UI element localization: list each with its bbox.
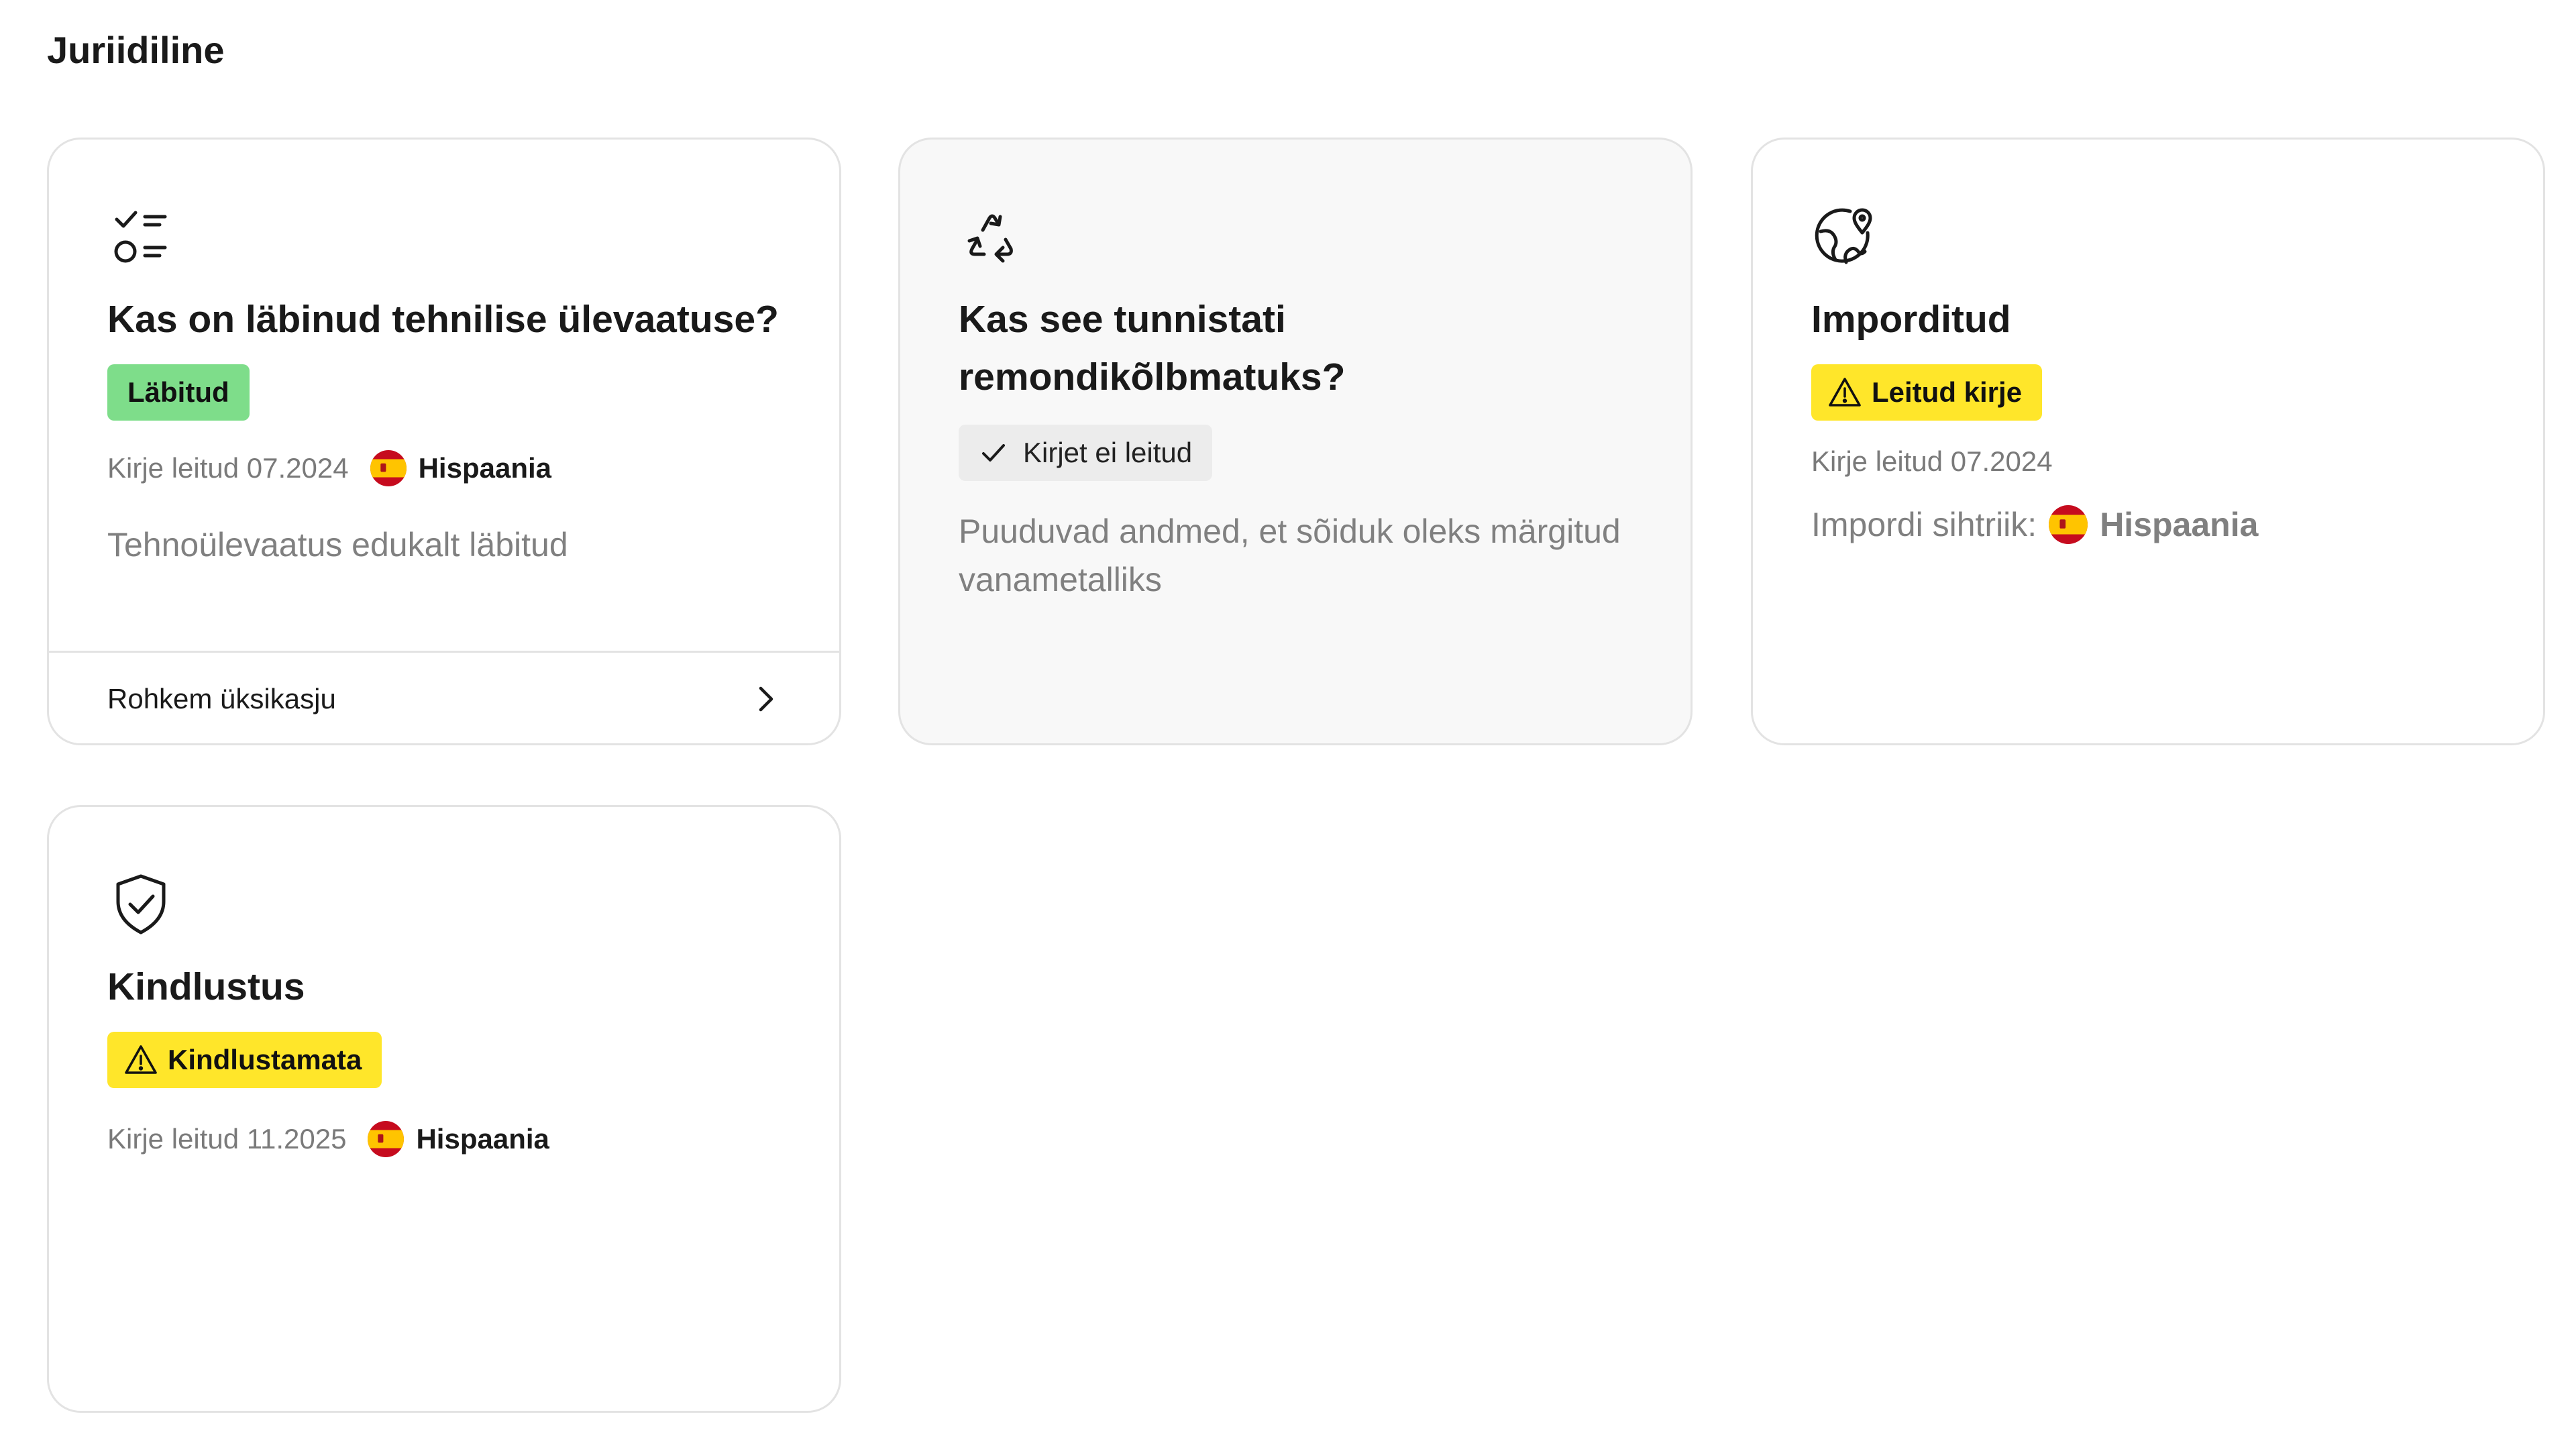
scrapped-description: Puuduvad andmed, et sõiduk oleks märgitu… <box>959 513 1621 598</box>
imported-card: Imporditud Leitud kirje Kirje leitud 07.… <box>1751 138 2545 745</box>
import-destination-label: Impordi sihtriik: <box>1811 506 2037 543</box>
more-details-link[interactable]: Rohkem üksikasju <box>49 653 839 743</box>
record-found-badge-label: Leitud kirje <box>1872 376 2023 408</box>
insurance-title: Kindlustus <box>107 965 305 1008</box>
inspection-title: Kas on läbinud tehnilise ülevaatuse? <box>107 298 779 341</box>
more-details-label: Rohkem üksikasju <box>107 683 336 714</box>
chevron-right-icon <box>750 684 781 714</box>
import-destination: Impordi sihtriik: Hispaania <box>1811 505 2258 544</box>
shield-check-icon <box>107 871 174 938</box>
inspection-record-info: Kirje leitud 07.2024 Hispaania <box>107 450 551 486</box>
globe-pin-icon <box>1811 203 1878 270</box>
section-title: Juriidiline <box>47 29 225 71</box>
country-name: Hispaania <box>2100 506 2259 543</box>
imported-title: Imporditud <box>1811 298 2011 341</box>
inspection-card: Kas on läbinud tehnilise ülevaatuse? Läb… <box>47 138 841 745</box>
inspection-description: Tehnoülevaatus edukalt läbitud <box>107 526 568 564</box>
not-found-badge-label: Kirjet ei leitud <box>1023 437 1193 468</box>
record-found-text: Kirje leitud 07.2024 <box>107 452 349 484</box>
insurance-card: Kindlustus Kindlustamata Kirje leitud 11… <box>47 805 841 1413</box>
spain-flag-icon <box>370 450 407 486</box>
country: Hispaania <box>2049 505 2258 544</box>
country: Hispaania <box>370 450 551 486</box>
country-name: Hispaania <box>416 1123 549 1155</box>
not-found-badge: Kirjet ei leitud <box>959 425 1213 481</box>
passed-badge: Läbitud <box>107 364 250 421</box>
legal-section: Juriidiline Kas on läbinud tehnilise üle… <box>0 0 2576 1445</box>
record-found-badge: Leitud kirje <box>1811 364 2043 421</box>
uninsured-badge: Kindlustamata <box>107 1032 382 1088</box>
import-record-info: Kirje leitud 07.2024 <box>1811 445 2053 478</box>
country: Hispaania <box>368 1121 549 1157</box>
checklist-icon <box>107 203 174 270</box>
scrapped-card: Kas see tunnistati remondikõlbmatuks? Ki… <box>898 138 1693 745</box>
spain-flag-icon <box>368 1121 405 1157</box>
spain-flag-icon <box>2049 505 2088 544</box>
warning-icon <box>1829 378 1861 407</box>
check-icon <box>982 444 1005 462</box>
record-found-text: Kirje leitud 07.2024 <box>1811 445 2053 477</box>
scrapped-title: Kas see tunnistati remondikõlbmatuks? <box>959 298 1346 398</box>
record-found-text: Kirje leitud 11.2025 <box>107 1123 347 1155</box>
warning-icon <box>125 1045 157 1074</box>
passed-badge-label: Läbitud <box>127 376 229 408</box>
recycle-icon <box>959 203 1026 270</box>
uninsured-badge-label: Kindlustamata <box>168 1044 362 1075</box>
insurance-record-info: Kirje leitud 11.2025 Hispaania <box>107 1121 549 1157</box>
country-name: Hispaania <box>418 452 552 484</box>
